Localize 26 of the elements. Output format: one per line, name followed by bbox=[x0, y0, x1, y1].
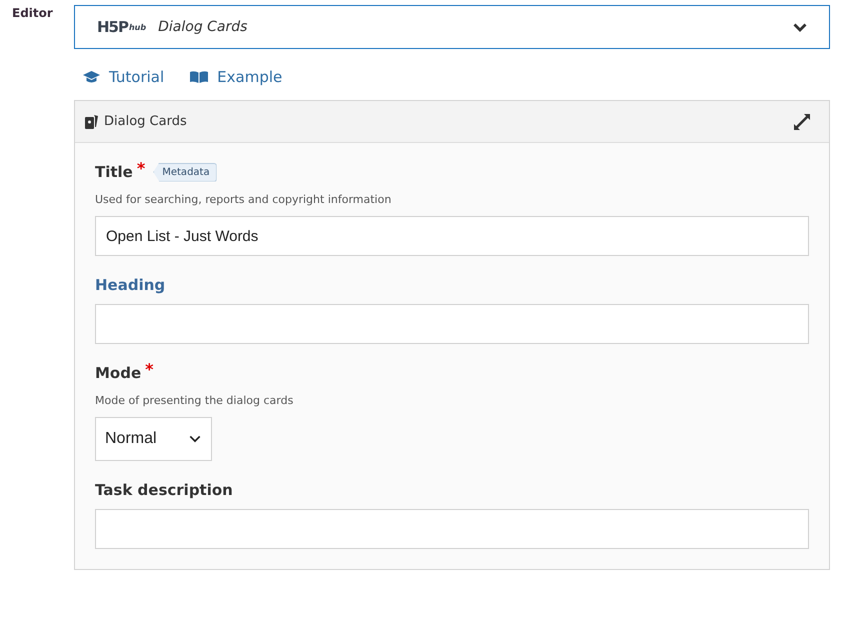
text-input[interactable] bbox=[95, 304, 809, 344]
tutorial-link[interactable]: Tutorial bbox=[83, 67, 164, 87]
required-mark: * bbox=[136, 159, 146, 178]
cards-icon bbox=[85, 114, 98, 129]
field-label: Title bbox=[95, 163, 133, 181]
text-input[interactable] bbox=[95, 509, 809, 549]
panel-title: Dialog Cards bbox=[104, 114, 188, 129]
example-link[interactable]: Example bbox=[190, 67, 282, 87]
expand-icon[interactable] bbox=[793, 112, 811, 130]
required-mark: * bbox=[145, 360, 154, 379]
open-book-icon bbox=[190, 71, 208, 83]
chevron-down-icon bbox=[189, 435, 201, 443]
field-label: Heading bbox=[95, 276, 166, 294]
field-description: Mode of presenting the dialog cards bbox=[95, 394, 294, 407]
library-name: Dialog Cards bbox=[158, 19, 248, 35]
graduation-cap-icon bbox=[83, 71, 100, 83]
mode-select[interactable]: Normal bbox=[95, 417, 212, 461]
text-input[interactable]: Open List - Just Words bbox=[95, 216, 809, 256]
editor-label: Editor bbox=[12, 5, 54, 22]
chevron-down-icon bbox=[793, 22, 807, 32]
logo-suffix: hub bbox=[128, 22, 146, 32]
field-label: Mode bbox=[95, 364, 142, 382]
field-label: Task description bbox=[95, 481, 233, 499]
logo-text: H5P bbox=[97, 18, 128, 36]
metadata-badge[interactable]: Metadata bbox=[153, 162, 217, 182]
field-description: Used for searching, reports and copyright information bbox=[95, 193, 392, 206]
